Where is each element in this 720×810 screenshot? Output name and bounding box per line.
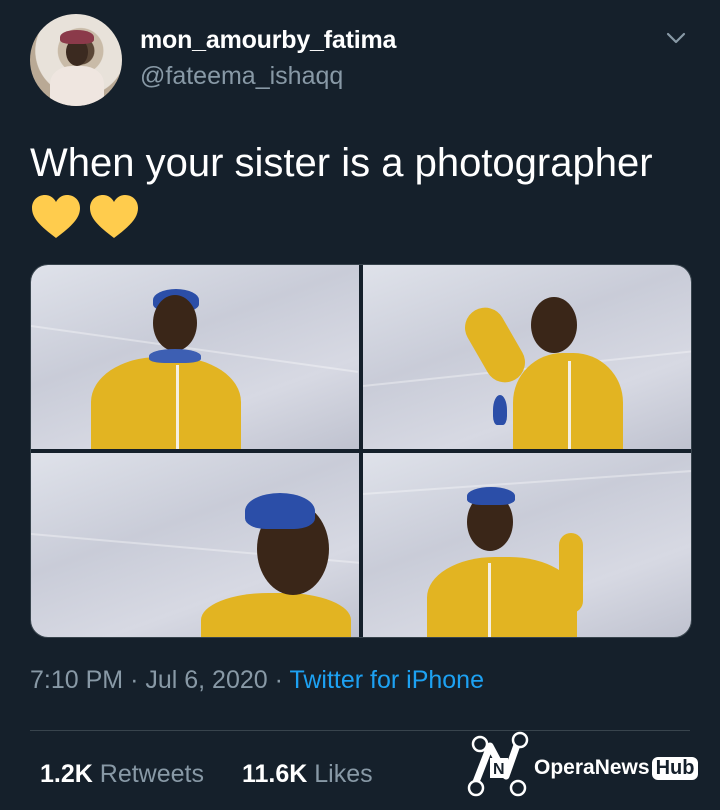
tweet-text: When your sister is a photographer	[30, 141, 653, 185]
emoji-row	[30, 194, 140, 240]
likes-label: Likes	[314, 760, 373, 788]
retweets-count: 1.2K	[40, 760, 93, 788]
retweets-label: Retweets	[99, 760, 204, 788]
display-name[interactable]: mon_amourby_fatima	[140, 26, 396, 55]
photo-figure-arm	[559, 533, 583, 613]
svg-text:N: N	[493, 761, 505, 778]
photo-2[interactable]	[363, 265, 691, 449]
photo-1[interactable]	[31, 265, 359, 449]
operanews-watermark: N OperaNews Hub	[466, 730, 712, 800]
photo-3[interactable]	[31, 453, 359, 637]
photo-figure-head	[531, 297, 577, 353]
user-handle[interactable]: @fateema_ishaqq	[140, 62, 343, 91]
photo-figure-headwrap	[245, 493, 315, 529]
operanews-wordmark: OperaNews Hub	[534, 756, 699, 780]
retweets-stat[interactable]: 1.2K Retweets	[40, 760, 204, 789]
photo-figure-scarf	[149, 349, 201, 363]
avatar-figure-scarf	[60, 30, 94, 44]
photo-figure-stripe	[488, 563, 491, 637]
tweet-source-link[interactable]: Twitter for iPhone	[289, 666, 484, 694]
likes-stat[interactable]: 11.6K Likes	[242, 760, 373, 789]
photo-figure-torso	[427, 557, 577, 637]
photo-figure-stripe	[176, 365, 179, 449]
tweet-stats: 1.2K Retweets 11.6K Likes	[40, 760, 373, 789]
avatar-figure-body	[50, 66, 104, 106]
operanews-logo-icon: N	[467, 731, 529, 797]
backdrop-fold	[363, 469, 691, 495]
yellow-heart-icon	[32, 195, 80, 238]
photo-figure-stripe	[568, 361, 571, 449]
photo-figure-torso	[91, 357, 241, 449]
tweet-timestamp: 7:10 PM · Jul 6, 2020 · Twitter for iPho…	[30, 666, 484, 695]
chevron-down-icon[interactable]	[664, 26, 688, 50]
likes-count: 11.6K	[241, 760, 308, 788]
separator: ·	[130, 666, 139, 694]
photo-figure-torso	[201, 593, 351, 637]
tweet-date[interactable]: Jul 6, 2020	[145, 666, 267, 694]
photo-figure-head	[153, 295, 197, 351]
watermark-badge: Hub	[651, 756, 699, 780]
photo-figure-scarf	[493, 395, 507, 425]
photo-figure-headwrap	[467, 487, 515, 505]
watermark-brand: OperaNews	[534, 756, 650, 779]
photo-4[interactable]	[363, 453, 691, 637]
separator: ·	[274, 666, 283, 694]
yellow-heart-icon	[90, 195, 138, 238]
profile-avatar[interactable]	[30, 14, 122, 106]
tweet-media-grid	[30, 264, 692, 638]
tweet-time[interactable]: 7:10 PM	[30, 666, 123, 694]
